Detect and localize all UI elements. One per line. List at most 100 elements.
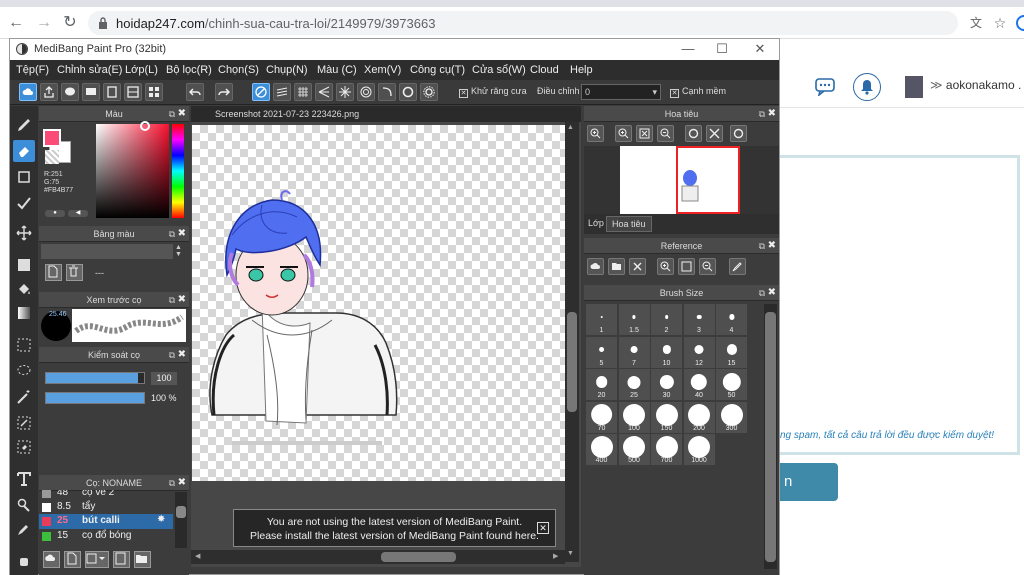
ellipse-snap-icon[interactable] [399,83,417,101]
brush-size-scrollbar[interactable] [764,304,777,569]
brush-size-20[interactable]: 20 [586,369,617,400]
cross-snap-icon[interactable] [294,83,312,101]
brush-size-25[interactable]: 25 [618,369,650,400]
antialias-toggle[interactable]: ✕ Khử răng cưa [459,86,527,98]
menu-file[interactable]: Tệp(F) [16,64,49,76]
page-icon[interactable] [103,83,121,101]
brush-size-scroll-thumb[interactable] [765,312,776,562]
brush-size-30[interactable]: 30 [651,369,682,400]
new-palette-icon[interactable] [45,264,62,281]
brush-size-4[interactable]: 4 [716,304,747,335]
undock-icon[interactable]: ⧉ [169,292,175,308]
list-item-selected[interactable]: 25 bút calli ✸ [39,514,173,529]
folder-icon[interactable] [134,551,151,568]
cloud-icon[interactable] [19,83,37,101]
close-icon[interactable]: ✕ [537,522,549,534]
scroll-down-arrow-icon[interactable]: ▼ [567,550,574,557]
brush-size-3[interactable]: 3 [683,304,715,335]
text-tool-icon[interactable] [13,468,35,490]
bucket-tool-icon[interactable] [13,278,35,300]
palette-select[interactable] [41,244,173,259]
color-mode-dot-icon[interactable]: ● [45,210,65,217]
document-tab[interactable]: Screenshot 2021-07-23 223426.png [191,106,581,122]
menu-layer[interactable]: Lớp(L) [125,64,158,76]
canvas-vertical-thumb[interactable] [567,312,577,412]
close-icon[interactable]: ✖ [178,226,186,242]
brush-size-slider[interactable] [45,372,145,384]
dot-tool-icon[interactable] [13,166,35,188]
undock-icon[interactable]: ⧉ [169,106,175,122]
undock-icon[interactable]: ⧉ [169,347,175,363]
menu-select[interactable]: Chọn(S) [218,64,259,76]
blur-tool-icon[interactable] [13,192,35,214]
brush-size-40[interactable]: 40 [683,369,715,400]
zoom-in-icon[interactable] [615,125,632,142]
snap-off-icon[interactable] [252,83,270,101]
brush-settings-icon[interactable] [113,551,130,568]
hue-slider[interactable] [172,124,184,218]
avatar[interactable] [905,76,923,98]
submit-button[interactable]: n [780,463,838,501]
menu-edit[interactable]: Chỉnh sửa(E) [57,64,122,76]
menu-color[interactable]: Màu (C) [317,64,357,76]
zoom-out-icon[interactable] [657,125,674,142]
gear-icon[interactable]: ✸ [157,514,165,525]
brush-size-500[interactable]: 500 [618,434,650,465]
antialias-checkbox[interactable]: ✕ [459,89,468,98]
redo-icon[interactable] [215,83,233,101]
snap-settings-icon[interactable] [420,83,438,101]
menu-help[interactable]: Help [570,64,593,76]
drawing-canvas[interactable] [192,125,565,481]
cloud-upload-icon[interactable] [587,258,604,275]
back-arrow-icon[interactable]: ← [6,13,26,33]
zoom-out-icon[interactable] [699,258,716,275]
comment-icon[interactable] [61,83,79,101]
tab-navigator[interactable]: Hoa tiêu [606,216,652,232]
maximize-button[interactable]: ☐ [707,40,737,58]
brush-size-1000[interactable]: 1000 [683,434,715,465]
eyedropper-tool-icon[interactable] [13,518,35,540]
brush-list-scroll-thumb[interactable] [176,506,186,518]
gradient-tool-icon[interactable] [13,302,35,324]
canvas-vertical-scrollbar[interactable]: ▲ ▼ [565,122,579,562]
move-tool-icon[interactable] [13,222,35,244]
fit-screen-icon[interactable] [636,125,653,142]
fit-screen-icon[interactable] [678,258,695,275]
select-tool-icon[interactable] [13,334,35,356]
brush-size-150[interactable]: 150 [651,401,682,433]
curve-snap-icon[interactable] [378,83,396,101]
address-bar[interactable]: hoidap247.com/chinh-sua-cau-tra-loi/2149… [88,11,958,35]
close-icon[interactable]: ✖ [768,285,776,301]
fill-rect-tool-icon[interactable] [13,254,35,276]
brush-size-2[interactable]: 2 [651,304,682,335]
color-picker-cursor[interactable] [140,121,150,131]
forward-arrow-icon[interactable]: → [34,13,54,33]
undock-icon[interactable]: ⧉ [169,475,175,491]
soft-edge-toggle[interactable]: ✕ Cạnh mềm [670,86,726,98]
brush-size-7[interactable]: 7 [618,336,650,368]
flip-icon[interactable] [706,125,723,142]
brush-opacity-slider[interactable] [45,392,145,404]
saturation-value-picker[interactable] [96,124,169,218]
brush-size-1.5[interactable]: 1.5 [618,304,650,335]
close-icon[interactable]: ✖ [768,238,776,254]
message-icon[interactable] [82,83,100,101]
brush-size-1[interactable]: 1 [586,304,617,335]
tab-layer[interactable]: Lớp [588,218,604,228]
palette-stepper[interactable]: ▲ ▼ [175,244,185,259]
brush-size-300[interactable]: 300 [716,401,747,433]
navigator-viewport[interactable] [676,146,740,214]
minimize-button[interactable]: — [673,40,703,58]
close-icon[interactable]: ✖ [178,292,186,308]
delete-palette-icon[interactable] [66,264,83,281]
scroll-left-arrow-icon[interactable]: ◀ [195,552,200,560]
brush-size-70[interactable]: 70 [586,401,617,433]
undock-icon[interactable]: ⧉ [759,238,765,254]
brush-size-5[interactable]: 5 [586,336,617,368]
menu-capture[interactable]: Chụp(N) [266,64,308,76]
eyedropper-mini-icon[interactable]: ◀ [68,210,88,217]
close-icon[interactable]: ✖ [178,475,186,491]
brush-size-700[interactable]: 700 [651,434,682,465]
brush-size-15[interactable]: 15 [716,336,747,368]
brush-tool-icon[interactable] [13,114,35,136]
